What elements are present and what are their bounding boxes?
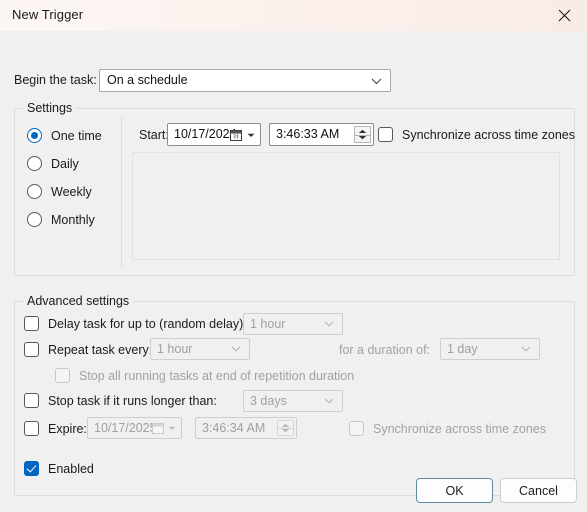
delay-task-value: 1 hour [250,317,286,331]
cancel-button-label: Cancel [519,483,558,498]
sync-timezones-checkbox-row[interactable]: Synchronize across time zones [378,127,575,142]
stop-longer-label: Stop task if it runs longer than: [48,393,217,408]
begin-task-dropdown[interactable]: On a schedule [99,69,391,92]
radio-label: One time [51,128,102,143]
start-time-value: 3:46:33 AM [276,127,340,141]
enabled-checkbox-row[interactable]: Enabled [24,461,94,476]
expire-time-spinner[interactable] [277,420,294,436]
start-date-value: 10/17/2024 [174,127,237,141]
start-label: Start: [139,128,169,142]
radio-monthly[interactable]: Monthly [27,212,95,227]
begin-task-value: On a schedule [107,73,188,87]
settings-legend: Settings [23,101,77,115]
chevron-down-icon [324,321,334,327]
advanced-settings-group: Advanced settings Delay task for up to (… [14,294,575,496]
advanced-settings-legend: Advanced settings [23,294,134,308]
checkbox-indicator [24,316,39,331]
duration-dropdown[interactable]: 1 day [440,338,540,360]
expire-checkbox-row[interactable]: Expire: [24,421,87,436]
stop-longer-value: 3 days [250,394,287,408]
duration-label: for a duration of: [339,343,431,357]
stop-all-tasks-checkbox-row[interactable]: Stop all running tasks at end of repetit… [55,368,354,383]
radio-label: Daily [51,156,79,171]
chevron-down-icon [168,426,176,430]
calendar-icon [152,423,164,434]
spinner-up-icon [358,129,367,133]
repeat-task-checkbox-row[interactable]: Repeat task every: [24,342,152,357]
chevron-down-icon [324,398,334,404]
enabled-label: Enabled [48,461,94,476]
checkbox-indicator [24,461,39,476]
radio-indicator [27,156,42,171]
chevron-down-icon [231,346,241,352]
expire-date-field[interactable]: 10/17/2025 [87,417,182,439]
stop-all-tasks-label: Stop all running tasks at end of repetit… [79,368,355,383]
stop-longer-checkbox-row[interactable]: Stop task if it runs longer than: [24,393,217,408]
start-date-field[interactable]: 10/17/2024 [167,123,261,146]
duration-value: 1 day [447,342,478,356]
chevron-down-icon [247,133,255,137]
sync-timezones-label: Synchronize across time zones [402,127,575,142]
radio-indicator [27,184,42,199]
checkbox-indicator [378,127,393,142]
expire-time-field[interactable]: 3:46:34 AM [195,417,297,439]
repeat-interval-value: 1 hour [157,342,193,356]
calendar-icon [230,129,242,141]
close-button[interactable] [542,0,587,31]
radio-daily[interactable]: Daily [27,156,79,171]
stop-longer-dropdown[interactable]: 3 days [243,390,343,412]
ok-button[interactable]: OK [416,478,493,503]
checkbox-indicator [349,421,364,436]
expire-sync-timezones-label: Synchronize across time zones [373,421,546,436]
chevron-down-icon [371,78,382,84]
delay-task-checkbox-row[interactable]: Delay task for up to (random delay): [24,316,247,331]
spinner-down-icon [358,136,367,140]
checkbox-indicator [24,421,39,436]
repeat-interval-dropdown[interactable]: 1 hour [150,338,250,360]
radio-indicator [27,212,42,227]
start-time-field[interactable]: 3:46:33 AM [269,123,374,146]
start-time-spinner[interactable] [354,126,371,143]
radio-one-time[interactable]: One time [27,128,102,143]
repeat-task-label: Repeat task every: [48,342,153,357]
expire-date-value: 10/17/2025 [94,421,157,435]
begin-task-label: Begin the task: [14,73,97,87]
radio-label: Monthly [51,212,95,227]
checkbox-indicator [24,393,39,408]
cancel-button[interactable]: Cancel [500,478,577,503]
window-title: New Trigger [12,7,84,22]
expire-time-value: 3:46:34 AM [202,421,266,435]
expire-sync-timezones-checkbox-row[interactable]: Synchronize across time zones [349,421,546,436]
chevron-down-icon [521,346,531,352]
title-bar: New Trigger [0,0,587,32]
dialog-body: Begin the task: On a schedule Settings O… [0,31,587,512]
recurrence-panel [132,152,560,260]
settings-divider [121,117,122,267]
spinner-down-icon [281,429,290,433]
expire-label: Expire: [48,421,87,436]
radio-label: Weekly [51,184,92,199]
settings-group: Settings One time Daily Weekly Monthly S… [14,101,575,276]
radio-weekly[interactable]: Weekly [27,184,92,199]
close-icon [558,9,571,22]
checkbox-indicator [24,342,39,357]
checkbox-indicator [55,368,70,383]
delay-task-label: Delay task for up to (random delay): [48,316,247,331]
delay-task-dropdown[interactable]: 1 hour [243,313,343,335]
ok-button-label: OK [445,483,464,498]
radio-indicator [27,128,42,143]
